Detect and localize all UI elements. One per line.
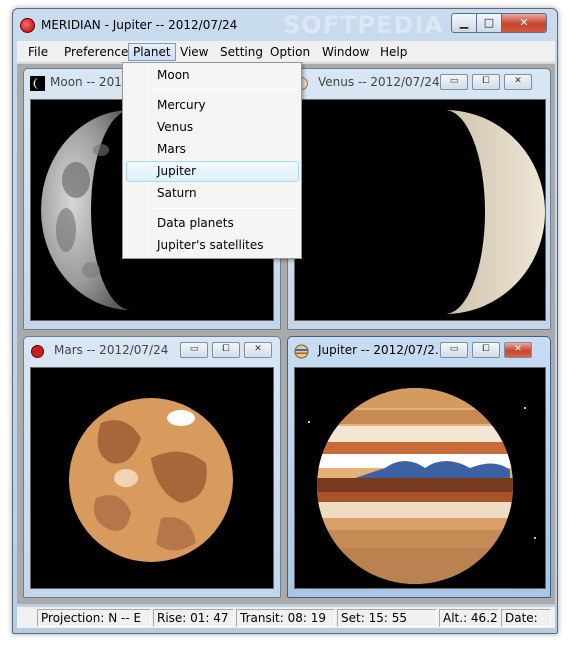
planet-menu-data-planets[interactable]: Data planets: [126, 213, 299, 234]
menu-help[interactable]: Help: [375, 43, 412, 61]
meridian-app-icon[interactable]: [20, 18, 35, 33]
jupiter-icon: [294, 344, 309, 359]
planet-menu-venus[interactable]: Venus: [126, 117, 299, 138]
jupiter-maximize-button[interactable]: ⧠: [472, 342, 500, 358]
mars-image: [69, 398, 233, 562]
menu-view[interactable]: View: [175, 43, 213, 61]
venus-minimize-button[interactable]: ▭: [440, 74, 468, 90]
mars-minimize-button[interactable]: ▭: [180, 342, 208, 358]
menu-option[interactable]: Option: [265, 43, 315, 61]
menu-separator: [153, 89, 298, 90]
mars-icon: [31, 345, 44, 358]
window-title: MERIDIAN - Jupiter -- 2012/07/24: [41, 18, 238, 32]
planet-menu-mars[interactable]: Mars: [126, 139, 299, 160]
status-transit: Transit: 08: 19: [236, 609, 335, 627]
planet-menu-saturn[interactable]: Saturn: [126, 183, 299, 204]
jupiter-window[interactable]: Jupiter -- 2012/07/2... ▭ ⧠ ✕: [287, 336, 551, 598]
menu-separator: [153, 208, 298, 209]
menu-setting[interactable]: Setting: [215, 43, 268, 61]
status-rise: Rise: 01: 47: [153, 609, 234, 627]
venus-maximize-button[interactable]: ⧠: [472, 74, 500, 90]
planet-menu: Moon Mercury Venus Mars Jupiter Saturn D…: [122, 62, 302, 259]
mars-window-title: Mars -- 2012/07/24: [54, 343, 169, 357]
mars-canvas: [30, 367, 274, 589]
status-projection: Projection: N -- E: [37, 609, 151, 627]
mars-close-button[interactable]: ✕: [244, 342, 272, 358]
planet-menu-mercury[interactable]: Mercury: [126, 95, 299, 116]
menu-file[interactable]: File: [23, 43, 53, 61]
venus-close-button[interactable]: ✕: [504, 74, 532, 90]
maximize-button[interactable]: □: [476, 13, 502, 33]
jupiter-minimize-button[interactable]: ▭: [440, 342, 468, 358]
menu-bar: File Preference Planet View Setting Opti…: [17, 41, 555, 63]
close-button[interactable]: ✕: [501, 13, 547, 33]
planet-menu-moon[interactable]: Moon: [126, 65, 299, 86]
jupiter-image: [308, 388, 536, 584]
minimize-button[interactable]: ▁: [451, 13, 477, 33]
venus-canvas: [294, 99, 546, 321]
status-date: Date:: [501, 609, 551, 627]
status-bar: Projection: N -- E Rise: 01: 47 Transit:…: [17, 606, 555, 628]
menu-window[interactable]: Window: [317, 43, 374, 61]
venus-window-title: Venus -- 2012/07/24: [318, 75, 440, 89]
planet-menu-jupiters-satellites[interactable]: Jupiter's satellites: [126, 235, 299, 256]
mars-maximize-button[interactable]: ⧠: [212, 342, 240, 358]
venus-window[interactable]: Venus -- 2012/07/24 ▭ ⧠ ✕: [287, 68, 551, 330]
status-set: Set: 15: 55: [337, 609, 437, 627]
venus-image: [445, 110, 545, 314]
jupiter-window-title: Jupiter -- 2012/07/2...: [318, 343, 447, 357]
watermark: SOFTPEDIA: [283, 11, 444, 39]
menu-preference[interactable]: Preference: [59, 43, 133, 61]
mars-window[interactable]: Mars -- 2012/07/24 ▭ ⧠ ✕: [23, 336, 281, 598]
status-altitude: Alt.: 46.25: [439, 609, 499, 627]
moon-icon: [30, 76, 45, 91]
menu-planet[interactable]: Planet: [128, 43, 176, 61]
jupiter-canvas: [294, 367, 546, 589]
title-bar[interactable]: MERIDIAN - Jupiter -- 2012/07/24 SOFTPED…: [13, 9, 557, 41]
jupiter-close-button[interactable]: ✕: [504, 342, 532, 358]
planet-menu-jupiter[interactable]: Jupiter: [126, 161, 299, 182]
